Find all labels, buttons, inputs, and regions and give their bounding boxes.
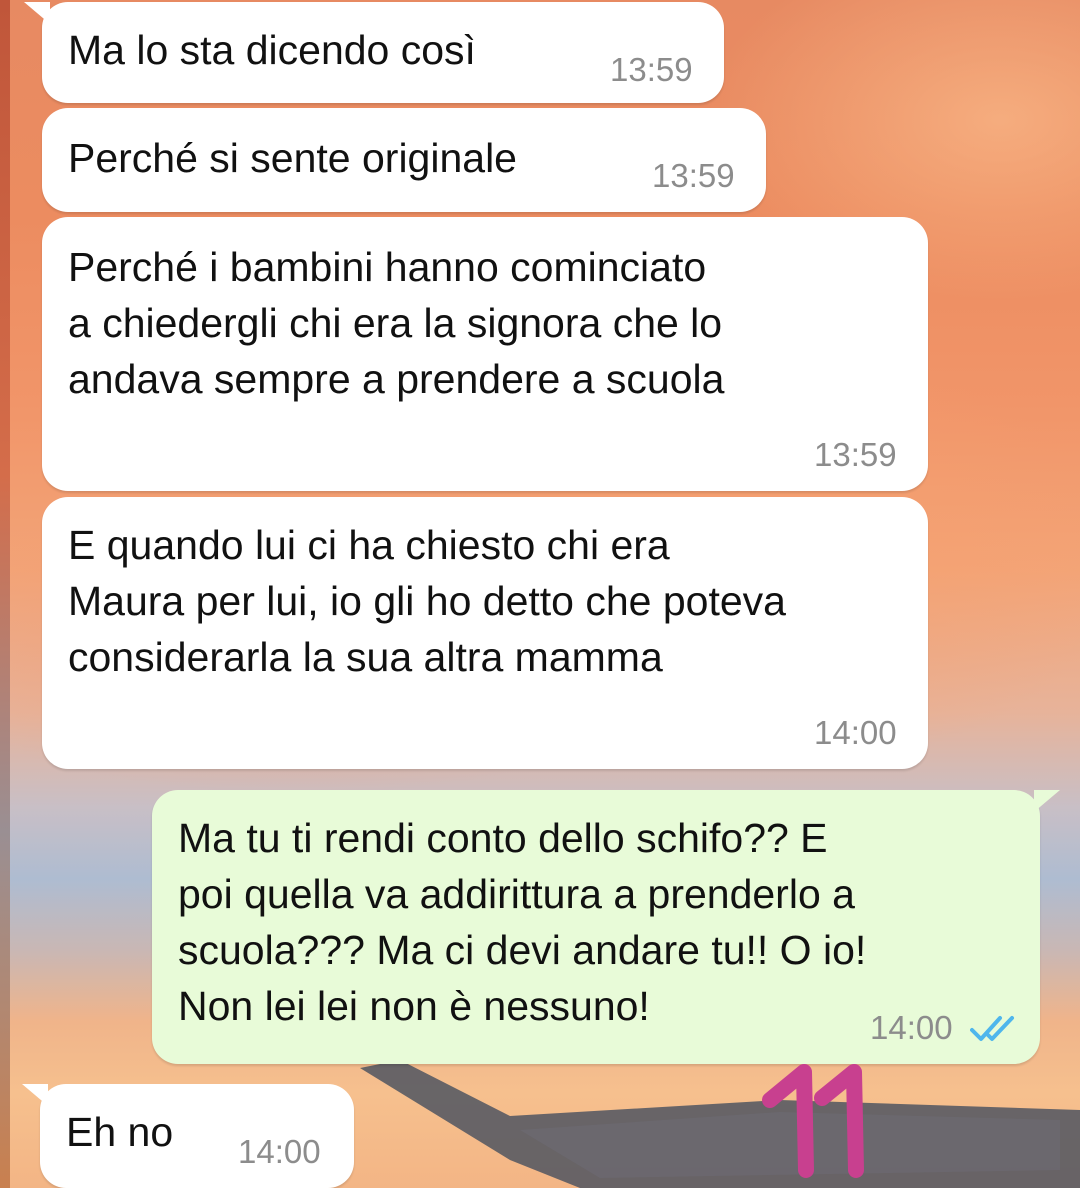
page-number-annotation [762, 1064, 864, 1178]
message-bubble-outgoing[interactable]: Ma tu ti rendi conto dello schifo?? E po… [152, 790, 1060, 1064]
message-bubble-incoming[interactable]: Perché i bambini hanno cominciato a chie… [42, 217, 928, 491]
message-bubble-incoming[interactable]: Ma lo sta dicendo così 13:59 [24, 2, 724, 103]
double-check-icon [970, 1016, 1014, 1041]
message-text: Eh no [66, 1109, 174, 1155]
message-text: Perché i bambini hanno cominciato a chie… [68, 244, 725, 402]
message-timestamp: 13:59 [652, 157, 735, 194]
message-bubble-incoming[interactable]: Eh no 14:00 [22, 1084, 354, 1188]
message-text: Ma lo sta dicendo così [68, 27, 476, 73]
message-timestamp: 13:59 [610, 51, 693, 88]
message-text: Ma tu ti rendi conto dello schifo?? E po… [178, 815, 867, 1029]
airplane-silhouette [360, 1060, 1080, 1188]
message-bubble-incoming[interactable]: E quando lui ci ha chiesto chi era Maura… [42, 497, 928, 769]
wallpaper-edge [0, 0, 10, 1188]
message-bubble-incoming[interactable]: Perché si sente originale 13:59 [42, 108, 766, 212]
message-timestamp: 14:00 [814, 714, 897, 751]
message-timestamp: 14:00 [870, 1009, 953, 1046]
message-text: E quando lui ci ha chiesto chi era Maura… [68, 522, 786, 680]
message-timestamp: 14:00 [238, 1133, 321, 1170]
message-text: Perché si sente originale [68, 135, 517, 181]
message-timestamp: 13:59 [814, 436, 897, 473]
